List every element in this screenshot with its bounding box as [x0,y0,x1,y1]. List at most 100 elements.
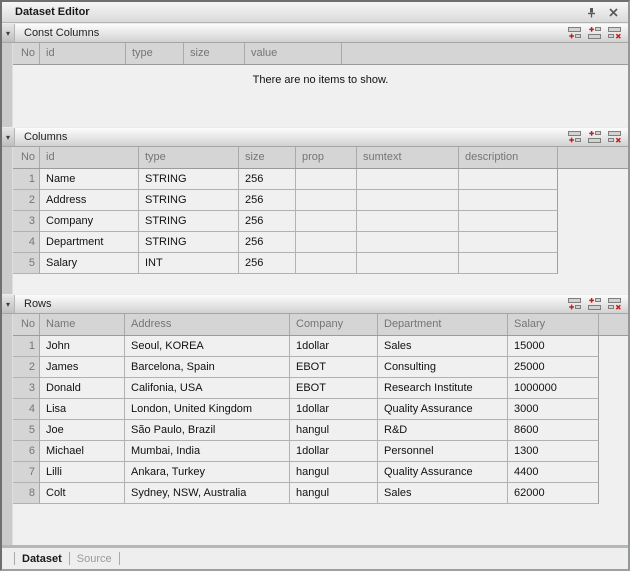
add-row-icon[interactable] [567,297,582,311]
data-cell[interactable]: EBOT [290,378,378,399]
data-cell[interactable]: 256 [239,232,296,253]
data-cell[interactable]: Quality Assurance [378,462,508,483]
insert-row-icon[interactable] [587,297,602,311]
column-header[interactable]: Address [125,314,290,335]
data-cell[interactable]: 15000 [508,336,599,357]
data-cell[interactable] [296,253,357,274]
data-cell[interactable] [357,169,459,190]
data-cell[interactable]: Sydney, NSW, Australia [125,483,290,504]
data-cell[interactable]: 4400 [508,462,599,483]
data-cell[interactable]: EBOT [290,357,378,378]
data-cell[interactable]: Salary [40,253,139,274]
data-cell[interactable]: Seoul, KOREA [125,336,290,357]
data-cell[interactable] [296,169,357,190]
data-cell[interactable]: Address [40,190,139,211]
column-header[interactable]: description [459,147,558,168]
data-cell[interactable] [459,232,558,253]
add-row-icon[interactable] [567,130,582,144]
data-cell[interactable] [357,232,459,253]
data-cell[interactable]: São Paulo, Brazil [125,420,290,441]
row-number-cell[interactable]: 4 [13,399,40,420]
data-cell[interactable]: Joe [40,420,125,441]
tab-dataset[interactable]: Dataset [22,553,62,565]
insert-row-icon[interactable] [587,130,602,144]
tab-source[interactable]: Source [77,553,112,565]
column-header[interactable]: id [40,147,139,168]
delete-row-icon[interactable] [607,297,622,311]
column-header[interactable]: sumtext [357,147,459,168]
row-number-cell[interactable]: 1 [13,336,40,357]
row-number-cell[interactable]: 8 [13,483,40,504]
column-header[interactable]: Department [378,314,508,335]
row-number-cell[interactable]: 2 [13,357,40,378]
insert-row-icon[interactable] [587,26,602,40]
column-header[interactable]: prop [296,147,357,168]
data-cell[interactable]: 1000000 [508,378,599,399]
data-cell[interactable]: STRING [139,232,239,253]
data-cell[interactable]: 1dollar [290,441,378,462]
row-number-cell[interactable]: 5 [13,420,40,441]
row-number-cell[interactable]: 3 [13,378,40,399]
collapse-toggle-icon[interactable]: ▾ [2,24,15,42]
data-cell[interactable]: Lisa [40,399,125,420]
data-cell[interactable]: Name [40,169,139,190]
row-number-cell[interactable]: 5 [13,253,40,274]
data-cell[interactable] [459,190,558,211]
column-header[interactable]: Name [40,314,125,335]
data-cell[interactable]: Consulting [378,357,508,378]
data-cell[interactable]: James [40,357,125,378]
add-row-icon[interactable] [567,26,582,40]
data-cell[interactable]: STRING [139,211,239,232]
data-cell[interactable]: 1dollar [290,399,378,420]
row-number-cell[interactable]: 6 [13,441,40,462]
delete-row-icon[interactable] [607,26,622,40]
data-cell[interactable]: Quality Assurance [378,399,508,420]
data-cell[interactable]: STRING [139,190,239,211]
row-number-cell[interactable]: 3 [13,211,40,232]
collapse-toggle-icon[interactable]: ▾ [2,128,15,146]
data-cell[interactable]: John [40,336,125,357]
data-cell[interactable]: hangul [290,420,378,441]
data-cell[interactable] [357,190,459,211]
data-cell[interactable]: 62000 [508,483,599,504]
data-cell[interactable]: hangul [290,462,378,483]
data-cell[interactable] [296,190,357,211]
column-header[interactable]: id [40,43,126,64]
data-cell[interactable]: 8600 [508,420,599,441]
data-cell[interactable]: Barcelona, Spain [125,357,290,378]
data-cell[interactable] [459,253,558,274]
data-cell[interactable]: Research Institute [378,378,508,399]
column-header[interactable]: size [239,147,296,168]
delete-row-icon[interactable] [607,130,622,144]
data-cell[interactable]: 1300 [508,441,599,462]
data-cell[interactable]: R&D [378,420,508,441]
data-cell[interactable]: Department [40,232,139,253]
data-cell[interactable]: Mumbai, India [125,441,290,462]
data-cell[interactable]: Ankara, Turkey [125,462,290,483]
data-cell[interactable] [357,211,459,232]
data-cell[interactable]: Colt [40,483,125,504]
column-header[interactable]: type [139,147,239,168]
data-cell[interactable]: Lilli [40,462,125,483]
data-cell[interactable]: 256 [239,211,296,232]
data-cell[interactable]: 1dollar [290,336,378,357]
column-header[interactable]: type [126,43,184,64]
data-cell[interactable]: 25000 [508,357,599,378]
data-cell[interactable]: 256 [239,253,296,274]
row-number-cell[interactable]: 1 [13,169,40,190]
column-header[interactable]: value [245,43,342,64]
data-cell[interactable]: hangul [290,483,378,504]
data-cell[interactable] [296,211,357,232]
row-number-cell[interactable]: 7 [13,462,40,483]
data-cell[interactable]: Personnel [378,441,508,462]
data-cell[interactable]: Michael [40,441,125,462]
data-cell[interactable] [459,211,558,232]
data-cell[interactable]: INT [139,253,239,274]
data-cell[interactable]: 256 [239,190,296,211]
collapse-toggle-icon[interactable]: ▾ [2,295,15,313]
row-number-cell[interactable]: 4 [13,232,40,253]
data-cell[interactable] [296,232,357,253]
column-header[interactable]: Company [290,314,378,335]
row-number-cell[interactable]: 2 [13,190,40,211]
column-header[interactable]: Salary [508,314,599,335]
